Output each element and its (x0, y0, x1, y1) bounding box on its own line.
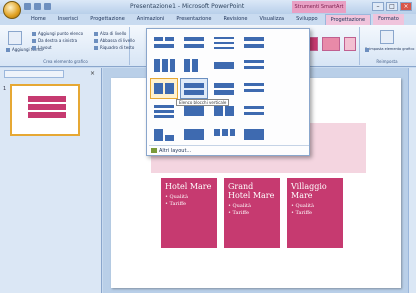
thumb-shape (28, 96, 66, 102)
layout-gallery: Altri layout... (146, 28, 310, 156)
layout-option[interactable] (151, 125, 177, 144)
layout-option[interactable] (211, 56, 237, 75)
tab-smartart-format[interactable]: Formato (373, 14, 404, 25)
panel-tabs[interactable] (4, 70, 64, 78)
close-button[interactable]: × (400, 2, 412, 11)
layout-tooltip: Elenco blocchi verticale (176, 99, 230, 106)
tab-design[interactable]: Progettazione (85, 14, 130, 25)
promote-button[interactable]: Alza di livello (94, 31, 126, 36)
tab-home[interactable]: Home (26, 14, 51, 25)
layout-option[interactable] (181, 33, 207, 52)
tab-animations[interactable]: Animazioni (132, 14, 170, 25)
layout-option-hover[interactable] (180, 78, 208, 99)
thumb-shape (28, 104, 66, 110)
reset-group: Reimposta elemento grafico Reimposta (362, 27, 414, 65)
layout-option[interactable] (241, 79, 267, 98)
quick-access-toolbar (24, 3, 51, 10)
create-graphic-group: Aggiungi forma Aggiungi punto elenco Da … (2, 27, 135, 65)
more-layouts-label: Altri layout... (159, 148, 192, 154)
card-bullet: Tariffe (228, 210, 276, 217)
powerpoint-window: Presentazione1 - Microsoft PowerPoint St… (0, 0, 416, 293)
text-pane-button[interactable]: Riquadro di testo (94, 45, 134, 50)
minimize-button[interactable]: – (372, 2, 384, 11)
window-title: Presentazione1 - Microsoft PowerPoint (130, 3, 245, 10)
layout-option[interactable] (211, 79, 237, 98)
add-bullet-button[interactable]: Aggiungi punto elenco (32, 31, 83, 36)
layout-button[interactable]: Layout (32, 45, 52, 50)
close-icon[interactable]: × (90, 70, 95, 77)
tab-smartart-design[interactable]: Progettazione (324, 14, 372, 25)
undo-icon[interactable] (34, 3, 41, 10)
layout-option[interactable] (241, 56, 267, 75)
tab-insert[interactable]: Inserisci (53, 14, 84, 25)
demote-button[interactable]: Abbassa di livello (94, 38, 135, 43)
layout-option[interactable] (241, 102, 267, 121)
layout-option[interactable] (211, 33, 237, 52)
tab-view[interactable]: Visualizza (254, 14, 289, 25)
reset-graphic-button[interactable]: Reimposta elemento grafico (365, 47, 414, 52)
thumb-shape (28, 112, 66, 118)
layout-option-selected[interactable] (150, 78, 178, 99)
layout-option[interactable] (241, 33, 267, 52)
tab-review[interactable]: Revisione (218, 14, 252, 25)
layout-option[interactable] (151, 56, 177, 75)
style-swatch[interactable] (322, 37, 340, 51)
tab-developer[interactable]: Sviluppo (291, 14, 323, 25)
smartart-card[interactable]: Villaggio Mare Qualità Tariffe (287, 178, 343, 248)
layouts-icon (151, 148, 157, 153)
office-button[interactable] (3, 1, 21, 19)
redo-icon[interactable] (44, 3, 51, 10)
maximize-button[interactable]: □ (386, 2, 398, 11)
card-bullet: Qualità (165, 194, 213, 201)
tab-slideshow[interactable]: Presentazione (171, 14, 216, 25)
card-title: Grand Hotel Mare (228, 182, 275, 200)
group-label: Crea elemento grafico (43, 59, 88, 64)
layout-option[interactable] (151, 102, 177, 121)
slide-number: 1 (3, 86, 7, 92)
card-title: Hotel Mare (165, 182, 212, 191)
slide-thumbnail[interactable] (10, 84, 80, 136)
vertical-scrollbar[interactable] (408, 68, 416, 293)
card-bullet: Qualità (291, 203, 339, 210)
save-icon[interactable] (24, 3, 31, 10)
card-bullet: Qualità (228, 203, 276, 210)
card-bullet: Tariffe (291, 210, 339, 217)
slides-panel: × 1 (0, 68, 102, 293)
style-swatch[interactable] (344, 37, 356, 51)
window-controls: – □ × (372, 2, 412, 11)
smartart-card[interactable]: Grand Hotel Mare Qualità Tariffe (224, 178, 280, 248)
smartart-tools-label: Strumenti SmartArt (292, 1, 346, 13)
layout-option[interactable] (181, 56, 207, 75)
ribbon-tabs: Home Inserisci Progettazione Animazioni … (26, 14, 404, 25)
more-layouts-link[interactable]: Altri layout... (151, 148, 191, 154)
layout-option[interactable] (211, 125, 237, 144)
add-shape-icon[interactable] (8, 31, 22, 45)
title-bar: Presentazione1 - Microsoft PowerPoint St… (0, 0, 416, 19)
layout-option[interactable] (151, 33, 177, 52)
smartart-card[interactable]: Hotel Mare Qualità Tariffe (161, 178, 217, 248)
right-to-left-button[interactable]: Da destra a sinistra (32, 38, 77, 43)
card-bullet: Tariffe (165, 201, 213, 208)
layout-option[interactable] (241, 125, 267, 144)
layout-option[interactable] (181, 125, 207, 144)
gallery-divider (149, 145, 309, 146)
reset-graphic-icon[interactable] (380, 30, 394, 44)
group-label: Reimposta (376, 59, 398, 64)
card-title: Villaggio Mare (291, 182, 327, 200)
